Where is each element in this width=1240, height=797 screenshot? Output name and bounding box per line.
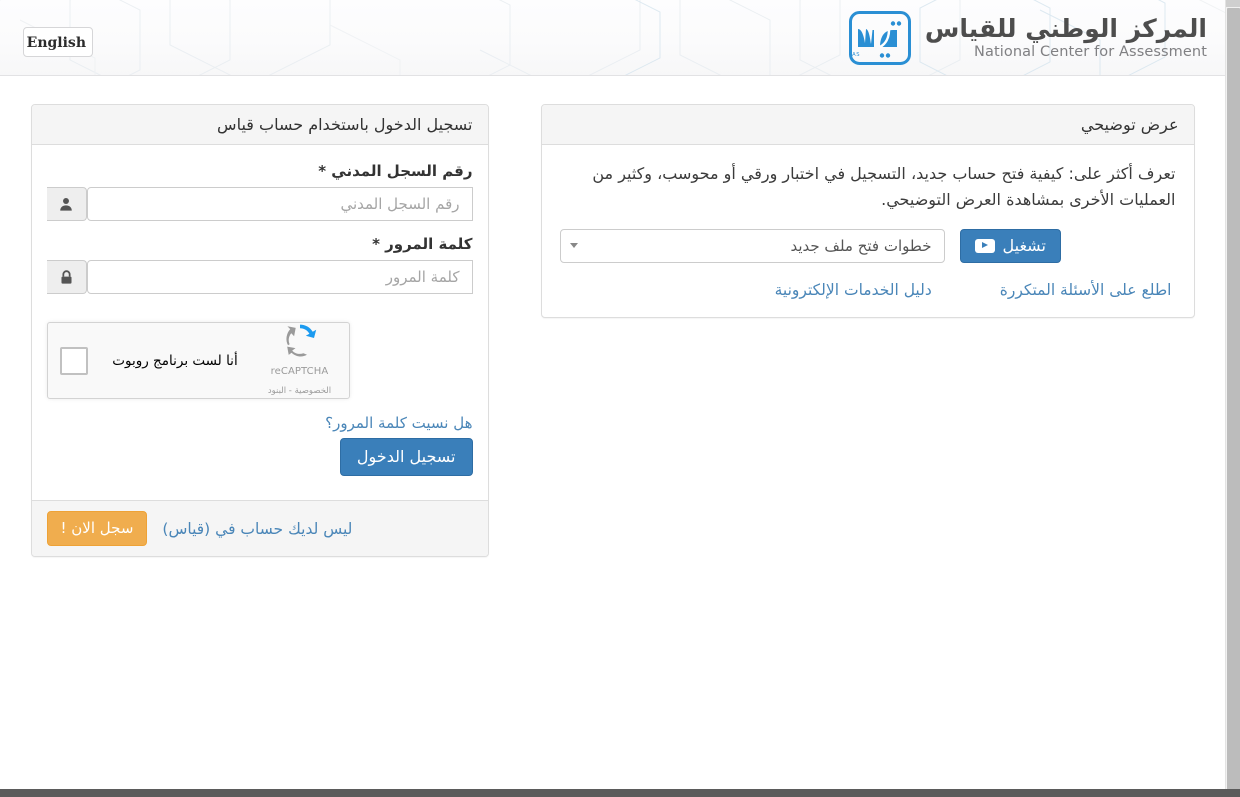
- forgot-password-link[interactable]: هل نسيت كلمة المرور؟: [325, 414, 472, 432]
- demo-links: اطلع على الأسئلة المتكررة دليل الخدمات ا…: [560, 281, 1176, 299]
- faq-link[interactable]: اطلع على الأسئلة المتكررة: [1000, 281, 1172, 299]
- login-panel-title: تسجيل الدخول باستخدام حساب قياس: [31, 105, 488, 145]
- youtube-play-icon: [974, 238, 995, 253]
- login-panel: تسجيل الدخول باستخدام حساب قياس رقم السج…: [30, 104, 489, 558]
- brand-name-english: National Center for Assessment: [974, 44, 1207, 61]
- login-submit-button[interactable]: تسجيل الدخول: [339, 438, 473, 477]
- recaptcha-checkbox[interactable]: [59, 346, 88, 375]
- register-now-button[interactable]: سجل الان !: [46, 511, 148, 547]
- play-demo-button[interactable]: تشغيل: [959, 228, 1061, 263]
- recaptcha-link-separator: -: [286, 386, 295, 396]
- recaptcha-terms-link[interactable]: البنود: [268, 386, 286, 396]
- national-id-group: [46, 187, 473, 221]
- eservices-guide-link[interactable]: دليل الخدمات الإلكترونية: [775, 281, 932, 299]
- brand-name-arabic: المركز الوطني للقياس: [924, 13, 1207, 43]
- demo-panel-body: تعرف أكثر على: كيفية فتح حساب جديد، التس…: [542, 145, 1194, 317]
- demo-panel: عرض توضيحي تعرف أكثر على: كيفية فتح حساب…: [540, 104, 1195, 318]
- recaptcha-branding: reCAPTCHA الخصوصية - البنود: [263, 324, 337, 397]
- language-toggle-button[interactable]: English: [23, 27, 93, 57]
- scrollbar-thumb[interactable]: [1227, 8, 1240, 790]
- login-panel-footer: ليس لديك حساب في (قياس) سجل الان !: [31, 500, 488, 557]
- password-group: [46, 260, 473, 294]
- lock-icon: [46, 260, 87, 294]
- national-id-input[interactable]: [86, 187, 473, 221]
- brand-text: المركز الوطني للقياس National Center for…: [924, 13, 1207, 62]
- recaptcha-label: أنا لست برنامج روبوت: [112, 352, 238, 369]
- bottom-status-bar: [0, 789, 1240, 797]
- logo-wordmark: QIYAS: [849, 52, 860, 58]
- demo-description: تعرف أكثر على: كيفية فتح حساب جديد، التس…: [592, 164, 1176, 209]
- forgot-password-row: هل نسيت كلمة المرور؟: [47, 413, 472, 432]
- signup-prompt-text: ليس لديك حساب في (قياس): [162, 519, 353, 538]
- site-header: English المركز الوطني للقياس National Ce…: [0, 0, 1225, 76]
- main-content: عرض توضيحي تعرف أكثر على: كيفية فتح حساب…: [0, 76, 1225, 790]
- recaptcha-logo-icon: [285, 324, 316, 357]
- qiyas-logo-icon: QIYAS: [848, 11, 911, 65]
- recaptcha-brand-name: reCAPTCHA: [270, 366, 329, 377]
- login-panel-body: رقم السجل المدني * كلمة المرور *: [32, 145, 488, 500]
- submit-row: تسجيل الدخول: [47, 438, 473, 477]
- demo-topic-select[interactable]: خطوات فتح ملف جديد: [559, 228, 945, 263]
- national-id-label: رقم السجل المدني *: [318, 162, 473, 180]
- recaptcha-legal-links: الخصوصية - البنود: [268, 386, 331, 396]
- content-row: عرض توضيحي تعرف أكثر على: كيفية فتح حساب…: [30, 104, 1195, 558]
- password-input[interactable]: [86, 260, 473, 294]
- user-icon: [46, 187, 87, 221]
- password-label: كلمة المرور *: [372, 235, 473, 253]
- demo-select-wrapper: خطوات فتح ملف جديد: [559, 228, 945, 263]
- recaptcha-privacy-link[interactable]: الخصوصية: [295, 386, 332, 396]
- browser-viewport: English المركز الوطني للقياس National Ce…: [0, 0, 1240, 797]
- play-demo-label: تشغيل: [1002, 235, 1046, 255]
- signup-row: ليس لديك حساب في (قياس) سجل الان !: [46, 511, 473, 547]
- page-scroll-area: English المركز الوطني للقياس National Ce…: [0, 0, 1225, 797]
- scrollbar-up-arrow[interactable]: [1226, 0, 1240, 7]
- demo-controls: خطوات فتح ملف جديد تشغيل: [559, 228, 1176, 263]
- recaptcha-widget[interactable]: أنا لست برنامج روبوت reCAPTCHA الخصوصية …: [46, 322, 350, 399]
- brand-logo-group: المركز الوطني للقياس National Center for…: [848, 11, 1207, 65]
- vertical-scrollbar[interactable]: [1225, 0, 1240, 790]
- demo-panel-title: عرض توضيحي: [541, 105, 1194, 145]
